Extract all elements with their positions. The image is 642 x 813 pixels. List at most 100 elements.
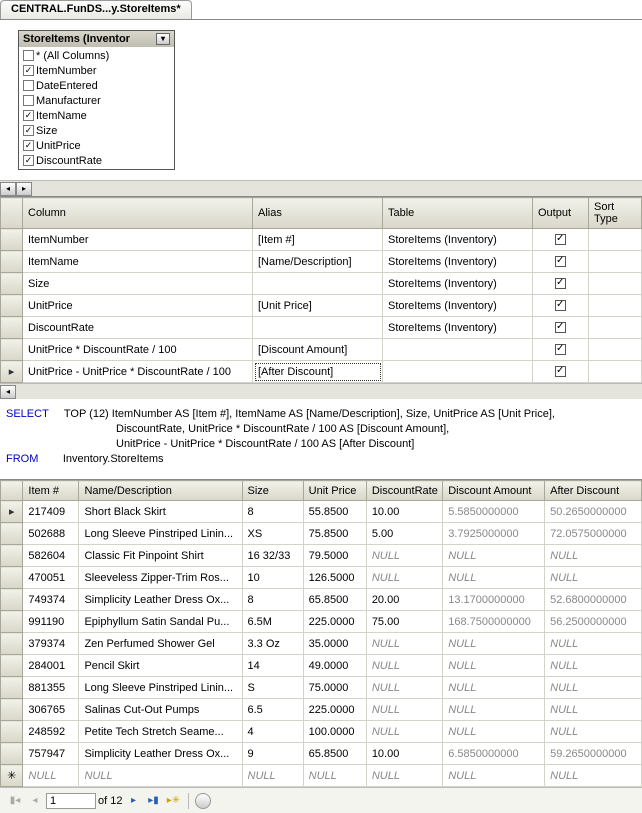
results-cell[interactable]: NULL <box>443 699 545 721</box>
row-selector[interactable] <box>1 545 23 567</box>
criteria-cell-output[interactable] <box>533 273 589 295</box>
results-cell[interactable]: NULL <box>366 699 442 721</box>
results-cell[interactable]: NULL <box>545 545 642 567</box>
results-row[interactable]: 502688Long Sleeve Pinstriped Linin...XS7… <box>1 523 642 545</box>
results-cell[interactable]: NULL <box>366 765 442 787</box>
results-cell[interactable]: NULL <box>545 567 642 589</box>
diagram-column-item[interactable]: * (All Columns) <box>21 48 172 63</box>
column-checkbox[interactable] <box>23 110 34 121</box>
results-cell[interactable]: Long Sleeve Pinstriped Linin... <box>79 677 242 699</box>
results-cell[interactable]: 5.00 <box>366 523 442 545</box>
diagram-column-item[interactable]: Manufacturer <box>21 93 172 108</box>
criteria-cell-output[interactable] <box>533 229 589 251</box>
row-selector[interactable] <box>1 611 23 633</box>
results-row[interactable]: 749374Simplicity Leather Dress Ox...865.… <box>1 589 642 611</box>
diagram-column-item[interactable]: UnitPrice <box>21 138 172 153</box>
results-cell[interactable]: 65.8500 <box>303 743 366 765</box>
results-cell[interactable]: 75.00 <box>366 611 442 633</box>
results-cell[interactable]: 284001 <box>23 655 79 677</box>
results-cell[interactable]: 757947 <box>23 743 79 765</box>
results-cell[interactable]: 379374 <box>23 633 79 655</box>
column-checkbox[interactable] <box>23 95 34 106</box>
results-cell[interactable]: 168.7500000000 <box>443 611 545 633</box>
results-cell[interactable]: 8 <box>242 589 303 611</box>
results-cell[interactable]: 10.00 <box>366 743 442 765</box>
results-row[interactable]: 881355Long Sleeve Pinstriped Linin...S75… <box>1 677 642 699</box>
results-cell[interactable]: NULL <box>545 677 642 699</box>
criteria-cell-table[interactable]: StoreItems (Inventory) <box>383 273 533 295</box>
results-cell[interactable]: NULL <box>443 633 545 655</box>
nav-first-button[interactable]: ▮◂ <box>6 792 24 810</box>
row-selector[interactable] <box>1 361 23 383</box>
results-cell[interactable]: NULL <box>545 765 642 787</box>
results-header-itemnum[interactable]: Item # <box>23 481 79 501</box>
results-cell[interactable]: NULL <box>366 545 442 567</box>
criteria-cell-table[interactable]: StoreItems (Inventory) <box>383 229 533 251</box>
results-cell[interactable]: XS <box>242 523 303 545</box>
criteria-cell-output[interactable] <box>533 317 589 339</box>
output-checkbox[interactable] <box>555 256 566 267</box>
results-cell[interactable]: 16 32/33 <box>242 545 303 567</box>
results-cell[interactable]: 502688 <box>23 523 79 545</box>
results-cell[interactable]: Simplicity Leather Dress Ox... <box>79 743 242 765</box>
criteria-row[interactable]: ItemNumber [Item #] StoreItems (Inventor… <box>1 229 642 251</box>
results-cell[interactable]: 35.0000 <box>303 633 366 655</box>
row-selector[interactable] <box>1 589 23 611</box>
diagram-table-storeitems[interactable]: StoreItems (Inventor ▾ * (All Columns)It… <box>18 30 175 170</box>
criteria-cell-alias[interactable]: [Unit Price] <box>253 295 383 317</box>
results-header-discrate[interactable]: DiscountRate <box>366 481 442 501</box>
nav-new-button[interactable]: ▸✳ <box>164 792 182 810</box>
results-cell[interactable]: 75.0000 <box>303 677 366 699</box>
criteria-header-alias[interactable]: Alias <box>253 198 383 229</box>
results-cell[interactable]: NULL <box>242 765 303 787</box>
row-selector[interactable] <box>1 633 23 655</box>
results-cell[interactable]: 79.5000 <box>303 545 366 567</box>
results-cell[interactable]: 75.8500 <box>303 523 366 545</box>
row-selector[interactable] <box>1 273 23 295</box>
criteria-cell-sorttype[interactable] <box>589 295 642 317</box>
results-header-unitprice[interactable]: Unit Price <box>303 481 366 501</box>
results-cell[interactable]: NULL <box>23 765 79 787</box>
results-row[interactable]: 991190Epiphyllum Satin Sandal Pu...6.5M2… <box>1 611 642 633</box>
row-selector[interactable] <box>1 251 23 273</box>
results-header-discamount[interactable]: Discount Amount <box>443 481 545 501</box>
results-cell[interactable]: 6.5850000000 <box>443 743 545 765</box>
results-cell[interactable]: S <box>242 677 303 699</box>
diagram-column-item[interactable]: ItemName <box>21 108 172 123</box>
results-cell[interactable]: 6.5M <box>242 611 303 633</box>
results-cell[interactable]: Salinas Cut-Out Pumps <box>79 699 242 721</box>
nav-last-button[interactable]: ▸▮ <box>144 792 162 810</box>
results-cell[interactable]: Classic Fit Pinpoint Shirt <box>79 545 242 567</box>
results-cell[interactable]: NULL <box>366 721 442 743</box>
criteria-cell-alias[interactable]: [Item #] <box>253 229 383 251</box>
criteria-row[interactable]: UnitPrice - UnitPrice * DiscountRate / 1… <box>1 361 642 383</box>
scroll-right-button[interactable]: ▸ <box>16 182 32 196</box>
results-cell[interactable]: Simplicity Leather Dress Ox... <box>79 589 242 611</box>
results-row[interactable]: 757947Simplicity Leather Dress Ox...965.… <box>1 743 642 765</box>
results-cell[interactable]: 225.0000 <box>303 699 366 721</box>
results-cell[interactable]: 59.2650000000 <box>545 743 642 765</box>
results-cell[interactable]: 217409 <box>23 501 79 523</box>
results-cell[interactable]: NULL <box>443 545 545 567</box>
results-row[interactable]: 284001Pencil Skirt1449.0000NULLNULLNULL <box>1 655 642 677</box>
results-cell[interactable]: NULL <box>303 765 366 787</box>
criteria-cell-column[interactable]: UnitPrice * DiscountRate / 100 <box>23 339 253 361</box>
results-row[interactable]: 470051Sleeveless Zipper-Trim Ros...10126… <box>1 567 642 589</box>
results-cell[interactable]: 55.8500 <box>303 501 366 523</box>
criteria-cell-sorttype[interactable] <box>589 361 642 383</box>
results-cell[interactable]: Short Black Skirt <box>79 501 242 523</box>
results-cell[interactable]: 13.1700000000 <box>443 589 545 611</box>
criteria-cell-table[interactable]: StoreItems (Inventory) <box>383 295 533 317</box>
output-checkbox[interactable] <box>555 366 566 377</box>
row-selector[interactable] <box>1 229 23 251</box>
criteria-row[interactable]: UnitPrice * DiscountRate / 100 [Discount… <box>1 339 642 361</box>
criteria-cell-alias[interactable]: [Name/Description] <box>253 251 383 273</box>
results-cell[interactable]: 100.0000 <box>303 721 366 743</box>
results-cell[interactable]: NULL <box>79 765 242 787</box>
results-cell[interactable]: 991190 <box>23 611 79 633</box>
results-cell[interactable]: NULL <box>545 633 642 655</box>
output-checkbox[interactable] <box>555 322 566 333</box>
results-cell[interactable]: 50.2650000000 <box>545 501 642 523</box>
criteria-cell-column[interactable]: ItemNumber <box>23 229 253 251</box>
criteria-cell-output[interactable] <box>533 339 589 361</box>
